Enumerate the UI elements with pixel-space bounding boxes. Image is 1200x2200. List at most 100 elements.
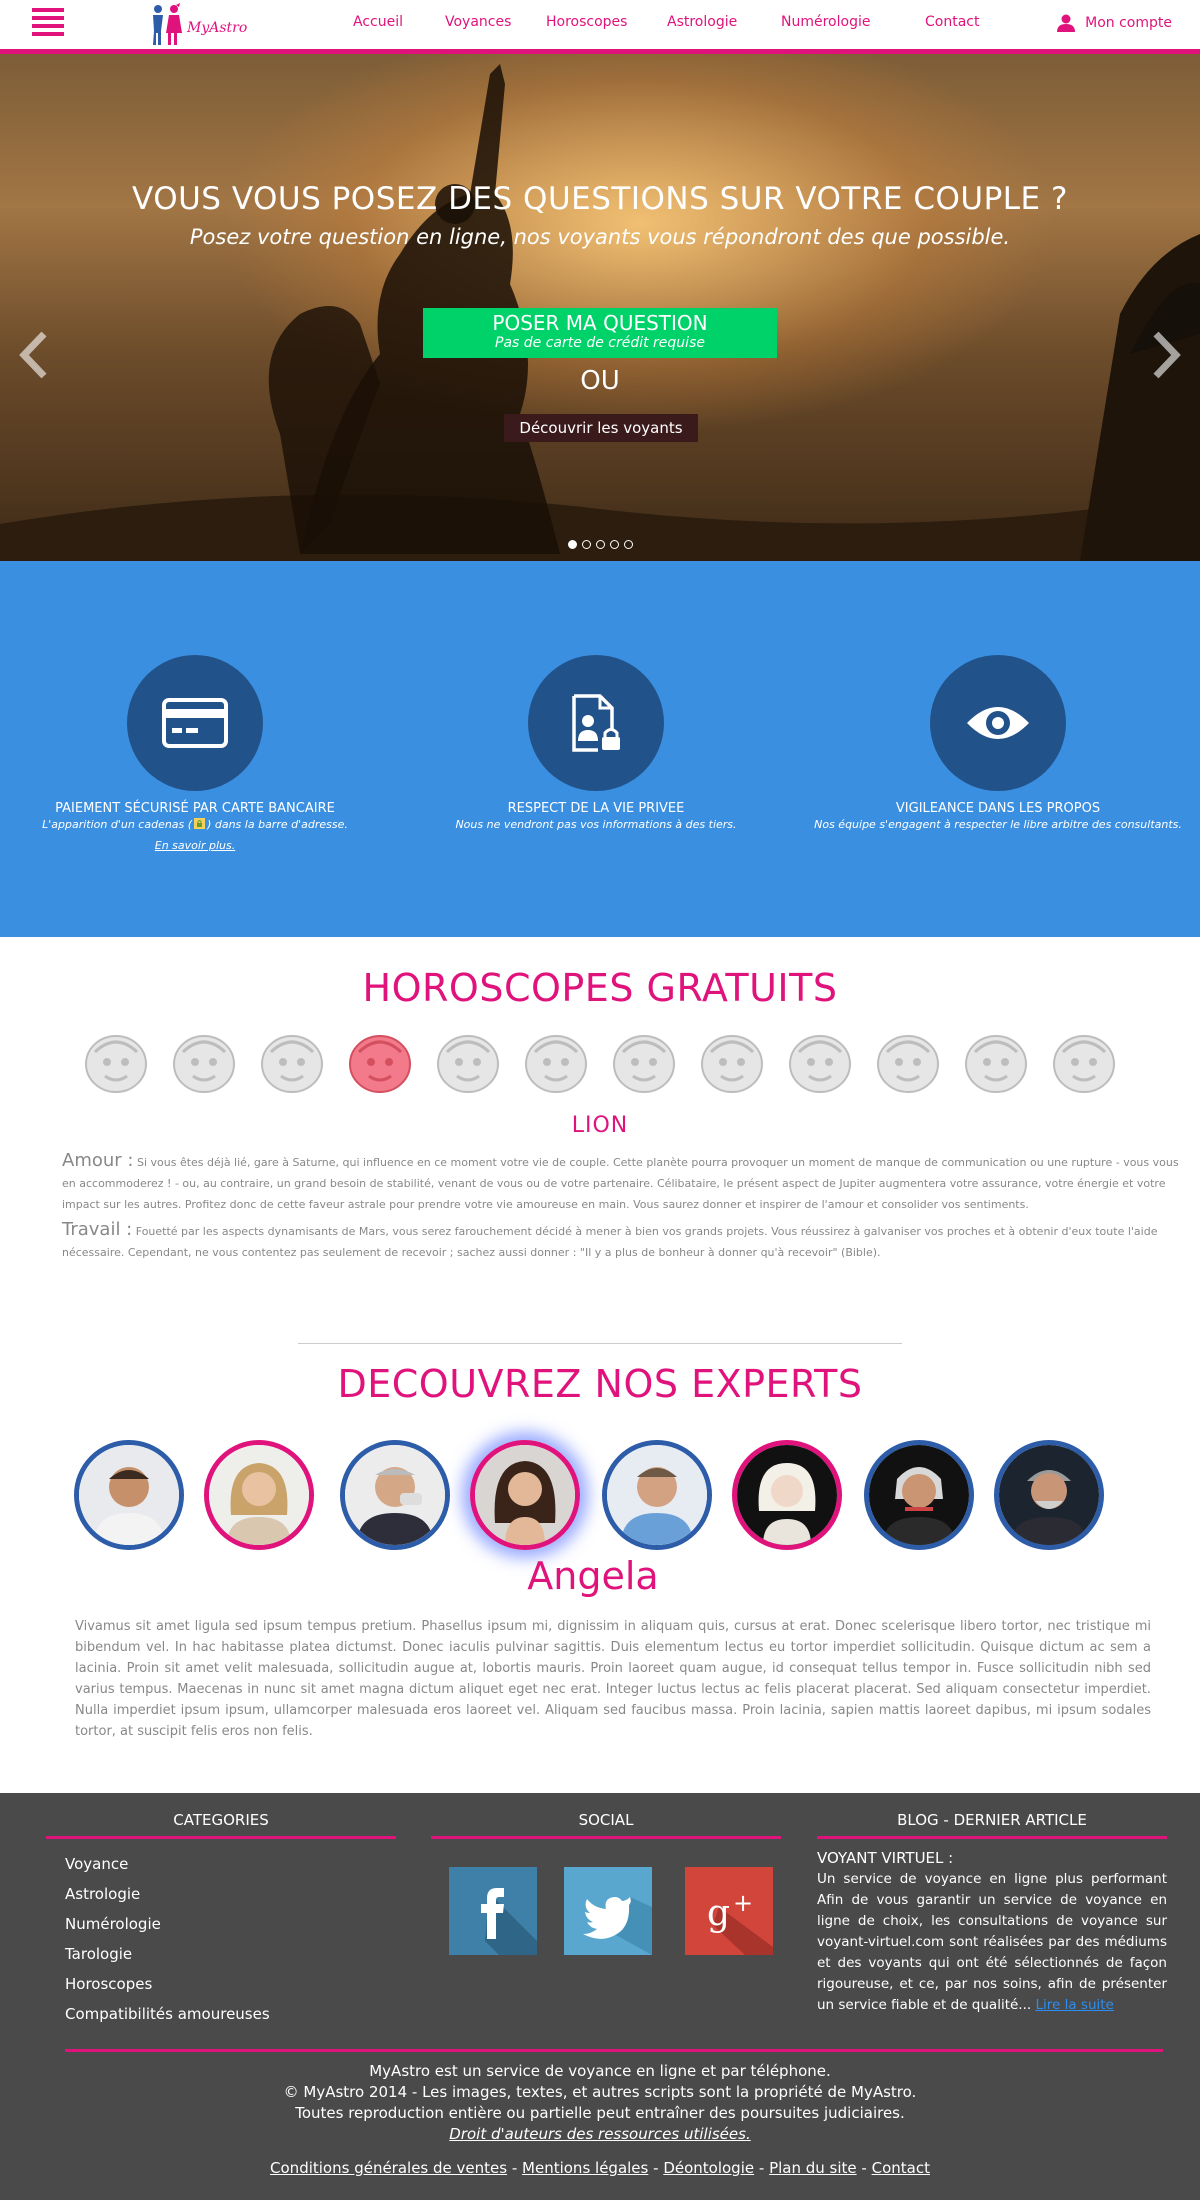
ask-question-button[interactable]: POSER MA QUESTION Pas de carte de crédit…: [423, 308, 777, 358]
feature-desc: Nous ne vendront pas vos informations à …: [455, 818, 737, 831]
expert-photo: [999, 1445, 1099, 1545]
copyright-resources-link[interactable]: Droit d'auteurs des ressources utilisées…: [0, 2124, 1200, 2145]
zodiac-signs-row: [72, 1022, 1128, 1102]
hero-slider: VOUS VOUS POSEZ DES QUESTIONS SUR VOTRE …: [0, 54, 1200, 561]
feature-circle: [127, 655, 263, 791]
zodiac-sign-taureau[interactable]: [869, 1022, 947, 1100]
zodiac-sign-balance[interactable]: [693, 1022, 771, 1100]
zodiac-sign-capricorne[interactable]: [957, 1022, 1035, 1100]
google-plus-button[interactable]: g +: [685, 1867, 773, 1955]
expert-photo: [79, 1445, 179, 1545]
nav-contact[interactable]: Contact: [925, 14, 979, 30]
credit-card-icon: [162, 698, 228, 748]
expert-avatar-selected[interactable]: [470, 1440, 580, 1550]
footer-link-deontologie[interactable]: Déontologie: [663, 2159, 754, 2177]
eye-icon: [967, 707, 1029, 739]
svg-text:+: +: [733, 1889, 753, 1917]
padlock-icon: [194, 818, 206, 829]
blog-article-title: VOYANT VIRTUEL :: [817, 1849, 954, 1867]
expert-avatar[interactable]: [340, 1440, 450, 1550]
features-section: PAIEMENT SÉCURISÉ PAR CARTE BANCAIRE L'a…: [0, 561, 1200, 937]
expert-avatar[interactable]: [864, 1440, 974, 1550]
footer-link-mentions[interactable]: Mentions légales: [522, 2159, 648, 2177]
slider-dot[interactable]: [582, 540, 591, 549]
zodiac-sign-belier[interactable]: [165, 1022, 243, 1100]
expert-photo: [737, 1445, 837, 1545]
feature-circle: [930, 655, 1066, 791]
slider-next-icon[interactable]: [1148, 330, 1184, 380]
zodiac-sign-gemeaux[interactable]: [1045, 1022, 1123, 1100]
footer-link-plan[interactable]: Plan du site: [769, 2159, 857, 2177]
discover-voyants-button[interactable]: Découvrir les voyants: [504, 414, 698, 442]
blog-excerpt: Un service de voyance en ligne plus perf…: [817, 1869, 1167, 2016]
selected-sign-name: LION: [571, 1113, 629, 1138]
footer-info: MyAstro est un service de voyance en lig…: [0, 2061, 1200, 2145]
facebook-button[interactable]: [449, 1867, 537, 1955]
twitter-button[interactable]: [564, 1867, 652, 1955]
category-link[interactable]: Tarologie: [65, 1939, 270, 1969]
slider-dot[interactable]: [596, 540, 605, 549]
menu-burger-icon[interactable]: [32, 8, 64, 42]
slider-dot[interactable]: [610, 540, 619, 549]
hero-or-text: OU: [580, 366, 620, 396]
read-more-link[interactable]: Lire la suite: [1035, 1997, 1113, 2013]
footer-divider: [65, 2049, 1163, 2052]
category-link[interactable]: Compatibilités amoureuses: [65, 1999, 270, 2029]
expert-avatar[interactable]: [994, 1440, 1104, 1550]
work-text: Fouetté par les aspects dynamisants de M…: [62, 1225, 1158, 1259]
expert-photo: [869, 1445, 969, 1545]
footer-info-line: © MyAstro 2014 - Les images, textes, et …: [283, 2083, 917, 2101]
love-text: Si vous êtes déjà lié, gare à Saturne, q…: [62, 1156, 1179, 1211]
slider-dot[interactable]: [568, 540, 577, 549]
feature-title: RESPECT DE LA VIE PRIVEE: [507, 801, 685, 816]
learn-more-link[interactable]: En savoir plus.: [155, 839, 235, 852]
account-label: Mon compte: [1085, 15, 1172, 31]
nav-numerologie[interactable]: Numérologie: [781, 14, 870, 30]
zodiac-sign-vierge[interactable]: [517, 1022, 595, 1100]
horoscope-work: Travail : Fouetté par les aspects dynami…: [62, 1219, 1190, 1263]
zodiac-sign-scorpion[interactable]: [605, 1022, 683, 1100]
zodiac-lion-icon: [349, 1035, 411, 1093]
expert-avatar[interactable]: [732, 1440, 842, 1550]
section-divider: [298, 1343, 902, 1344]
footer-links: Conditions générales de ventes - Mention…: [270, 2159, 930, 2177]
blog-title: BLOG - DERNIER ARTICLE: [897, 1811, 1087, 1829]
footer-link-cgv[interactable]: Conditions générales de ventes: [270, 2159, 507, 2177]
slider-dot[interactable]: [624, 540, 633, 549]
ask-question-sublabel: Pas de carte de crédit requise: [495, 335, 705, 351]
header: MyAstro Accueil Voyances Horoscopes Astr…: [0, 0, 1200, 54]
social-underline: [431, 1836, 781, 1839]
blog-underline: [817, 1836, 1167, 1839]
category-link[interactable]: Horoscopes: [65, 1969, 270, 1999]
category-link[interactable]: Numérologie: [65, 1909, 270, 1939]
horoscopes-title: HOROSCOPES GRATUITS: [362, 966, 838, 1010]
expert-photo: [607, 1445, 707, 1545]
account-link[interactable]: Mon compte: [1057, 14, 1172, 32]
zodiac-scorpion-icon: [613, 1035, 675, 1093]
category-link[interactable]: Voyance: [65, 1849, 270, 1879]
category-link[interactable]: Astrologie: [65, 1879, 270, 1909]
expert-avatar[interactable]: [602, 1440, 712, 1550]
expert-avatar[interactable]: [74, 1440, 184, 1550]
feature-desc-before: L'apparition d'un cadenas (: [42, 818, 193, 831]
zodiac-sign-verseau[interactable]: [77, 1022, 155, 1100]
zodiac-balance-icon: [701, 1035, 763, 1093]
footer-link-contact[interactable]: Contact: [872, 2159, 930, 2177]
feature-desc-after: ) dans la barre d'adresse.: [207, 818, 348, 831]
zodiac-sign-cancer[interactable]: [429, 1022, 507, 1100]
zodiac-sign-poissons[interactable]: [253, 1022, 331, 1100]
blog-excerpt-text: Un service de voyance en ligne plus perf…: [817, 1871, 1167, 2013]
nav-astrologie[interactable]: Astrologie: [667, 14, 737, 30]
categories-list: Voyance Astrologie Numérologie Tarologie…: [65, 1849, 270, 2029]
nav-horoscopes[interactable]: Horoscopes: [546, 14, 627, 30]
nav-accueil[interactable]: Accueil: [353, 14, 403, 30]
slider-prev-icon[interactable]: [16, 330, 52, 380]
footer-info-line: MyAstro est un service de voyance en lig…: [369, 2062, 831, 2080]
selected-expert-name: Angela: [527, 1554, 659, 1598]
nav-voyances[interactable]: Voyances: [445, 14, 511, 30]
zodiac-sign-sagittaire[interactable]: [781, 1022, 859, 1100]
facebook-icon: [449, 1867, 537, 1955]
zodiac-sign-lion[interactable]: [341, 1022, 419, 1100]
expert-avatar[interactable]: [204, 1440, 314, 1550]
feature-title: PAIEMENT SÉCURISÉ PAR CARTE BANCAIRE: [55, 801, 335, 816]
